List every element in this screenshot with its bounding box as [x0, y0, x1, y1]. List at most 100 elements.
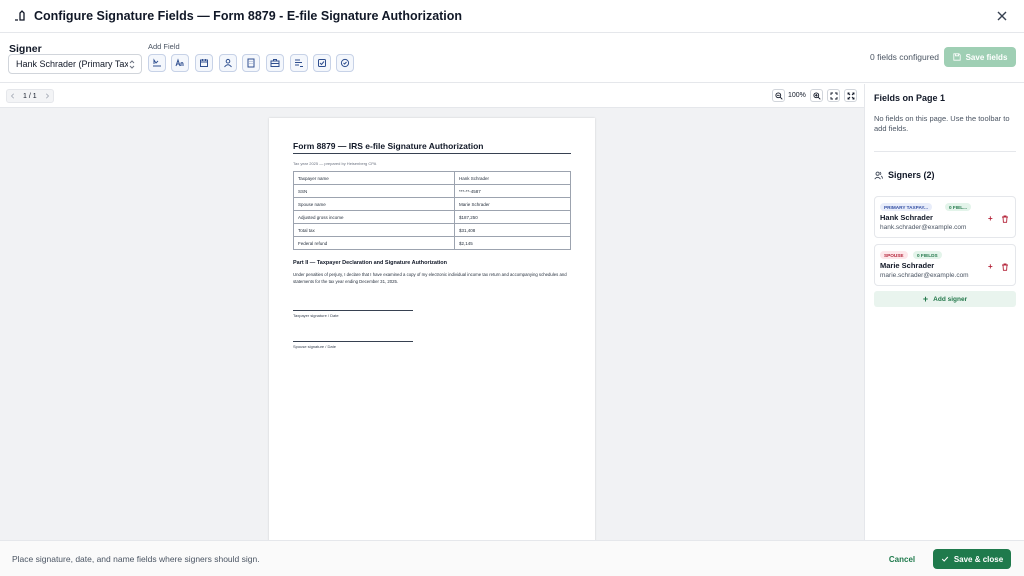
zoom-out-button[interactable]: [772, 89, 785, 102]
add-company-field-button[interactable]: [242, 54, 260, 72]
signer-card-spouse[interactable]: SPOUSE 0 FIELDS Marie Schrader marie.sch…: [874, 244, 1016, 286]
declaration-text: Under penalties of perjury, I declare th…: [293, 272, 567, 284]
signature-icon: [153, 58, 161, 67]
prev-page-button[interactable]: [7, 90, 19, 102]
add-initials-field-button[interactable]: [171, 54, 189, 72]
table-cell-value: $31,408: [454, 223, 571, 237]
role-badge: SPOUSE: [880, 251, 908, 259]
signer-name: Hank Schrader: [880, 213, 933, 222]
table-cell-value: Marie Schrader: [454, 197, 571, 211]
save-fields-label: Save fields: [965, 52, 1008, 62]
add-signer-label: Add signer: [933, 295, 968, 303]
fullscreen-icon: [847, 92, 854, 99]
add-signer-button[interactable]: + Add signer: [874, 291, 1016, 307]
check-icon: [941, 556, 948, 562]
briefcase-icon: [270, 59, 280, 67]
table-cell-label: Taxpayer name: [293, 171, 455, 185]
cancel-button[interactable]: Cancel: [880, 551, 924, 568]
add-date-field-button[interactable]: [195, 54, 213, 72]
add-text-field-button[interactable]: [290, 54, 308, 72]
add-name-field-button[interactable]: [219, 54, 237, 72]
role-badge: PRIMARY TAXPAY...: [880, 203, 932, 211]
text-icon: [295, 59, 303, 67]
table-cell-label: Total tax: [293, 223, 455, 237]
field-count-badge: 0 FIEL...: [945, 203, 971, 211]
field-toolbar: Signer Hank Schrader (Primary Taxpayer) …: [0, 33, 1024, 83]
dialog-title: Configure Signature Fields — Form 8879 -…: [34, 9, 463, 23]
zoom-level: 100%: [788, 92, 806, 99]
checkbox-icon: [318, 59, 326, 67]
save-and-close-button[interactable]: Save & close: [933, 549, 1011, 569]
spouse-signature-line: [293, 341, 413, 342]
signer-card-primary[interactable]: PRIMARY TAXPAY... 0 FIEL... Hank Schrade…: [874, 196, 1016, 238]
zoom-in-icon: [812, 91, 821, 100]
users-icon: [874, 171, 883, 179]
next-page-button[interactable]: [41, 90, 53, 102]
add-field-label: Add Field: [148, 42, 180, 51]
footer-hint: Place signature, date, and name fields w…: [12, 554, 260, 564]
spouse-signature-label: Spouse signature / Date: [293, 344, 336, 349]
dialog-header: Configure Signature Fields — Form 8879 -…: [0, 0, 1024, 33]
taxpayer-signature-line: [293, 310, 413, 311]
trash-icon[interactable]: [1001, 263, 1009, 271]
signer-email: marie.schrader@example.com: [880, 272, 969, 279]
fields-panel: Fields on Page 1 No fields on this page.…: [864, 84, 1024, 540]
table-cell-label: Adjusted gross income: [293, 210, 455, 224]
signer-name: Marie Schrader: [880, 261, 935, 270]
signer-select[interactable]: Hank Schrader (Primary Taxpayer): [8, 54, 142, 74]
table-row: Adjusted gross income $187,250: [293, 210, 571, 224]
signers-title: Signers (2): [888, 170, 935, 180]
document-title: Form 8879 — IRS e-file Signature Authori…: [293, 141, 484, 151]
field-count-badge: 0 FIELDS: [913, 251, 942, 259]
viewer-header: 1 / 1 100%: [0, 84, 864, 108]
page-navigator: 1 / 1: [6, 89, 54, 103]
taxpayer-signature-label: Taxpayer signature / Date: [293, 313, 339, 318]
table-cell-value: $187,250: [454, 210, 571, 224]
date-icon: [200, 59, 208, 67]
company-icon: [247, 58, 255, 68]
add-checkbox-field-button[interactable]: [313, 54, 331, 72]
no-fields-message: No fields on this page. Use the toolbar …: [874, 114, 1010, 133]
page-indicator: 1 / 1: [23, 92, 37, 100]
document-viewer[interactable]: Form 8879 — IRS e-file Signature Authori…: [0, 108, 864, 540]
document-subtitle: Tax year 2025 — prepared by Heisenberg C…: [293, 161, 377, 166]
initials-icon: [175, 58, 184, 67]
signer-select-value: Hank Schrader (Primary Taxpayer): [16, 59, 128, 69]
return-summary-table: Taxpayer name Hank Schrader SSN ***-**-458…: [293, 171, 571, 250]
fit-page-button[interactable]: [827, 89, 840, 102]
part-ii-heading: Part II — Taxpayer Declaration and Signa…: [293, 260, 448, 266]
zoom-in-button[interactable]: [810, 89, 823, 102]
trash-icon[interactable]: [1001, 215, 1009, 223]
radio-icon: [340, 58, 350, 68]
chevron-updown-icon: [129, 60, 135, 69]
table-cell-label: Federal refund: [293, 236, 455, 250]
plus-icon: +: [922, 294, 929, 304]
add-radio-field-button[interactable]: [336, 54, 354, 72]
table-row: Total tax $31,408: [293, 223, 571, 237]
document-page[interactable]: Form 8879 — IRS e-file Signature Authori…: [269, 118, 595, 540]
table-cell-label: Spouse name: [293, 197, 455, 211]
table-row: Taxpayer name Hank Schrader: [293, 171, 571, 185]
table-row: Spouse name Marie Schrader: [293, 197, 571, 211]
fields-configured-count: 0 fields configured: [870, 52, 939, 62]
table-row: Federal refund $2,145: [293, 236, 571, 250]
panel-divider: [874, 151, 1016, 152]
save-fields-button[interactable]: Save fields: [944, 47, 1016, 67]
name-icon: [224, 58, 232, 68]
chevron-left-icon: [10, 93, 15, 99]
fit-page-icon: [830, 92, 837, 99]
fullscreen-button[interactable]: [844, 89, 857, 102]
save-and-close-label: Save & close: [953, 554, 1004, 564]
add-title-field-button[interactable]: [266, 54, 284, 72]
table-row: SSN ***-**-4587: [293, 184, 571, 198]
signers-heading: Signers (2): [874, 170, 935, 180]
chevron-right-icon: [45, 93, 49, 99]
table-cell-value: $2,145: [454, 236, 571, 250]
table-cell-label: SSN: [293, 184, 455, 198]
table-cell-value: Hank Schrader: [454, 171, 571, 185]
title-divider: [293, 153, 571, 154]
add-field-for-signer-button[interactable]: +: [988, 262, 993, 271]
add-field-for-signer-button[interactable]: +: [988, 214, 993, 223]
close-icon[interactable]: [994, 8, 1010, 24]
add-signature-field-button[interactable]: [148, 54, 166, 72]
